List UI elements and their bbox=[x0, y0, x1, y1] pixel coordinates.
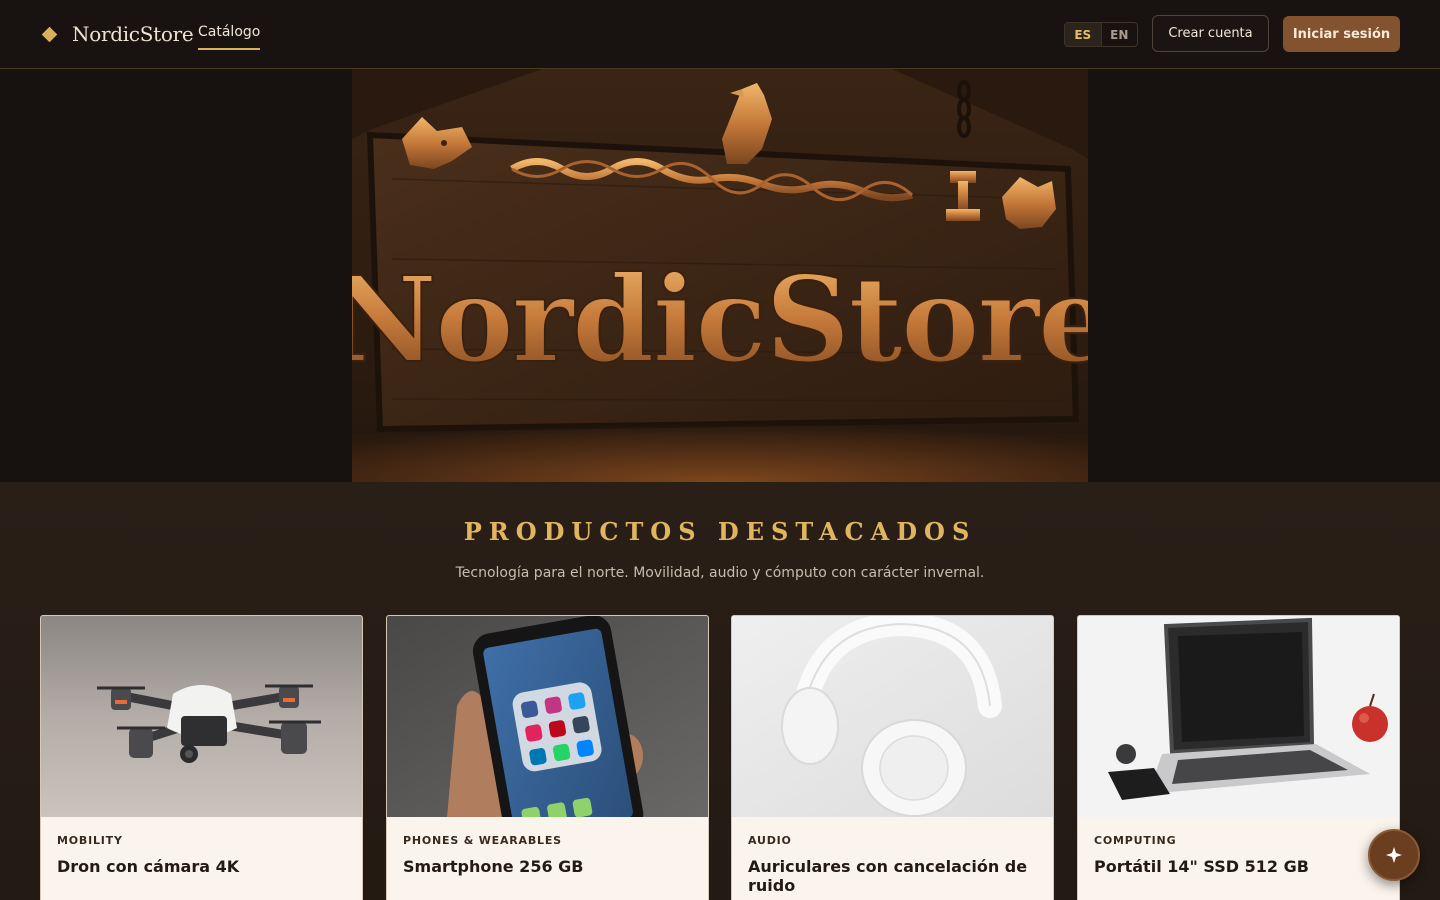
create-account-button[interactable]: Crear cuenta bbox=[1152, 15, 1269, 52]
featured-title: PRODUCTOS DESTACADOS bbox=[463, 517, 977, 546]
sign-title: NordicStore bbox=[352, 250, 1088, 389]
brand-logo[interactable]: NordicStore bbox=[40, 18, 194, 50]
product-card[interactable]: COMPUTING Portátil 14" SSD 512 GB bbox=[1077, 615, 1400, 900]
product-card-body: AUDIO Auriculares con cancelación de rui… bbox=[732, 817, 1053, 900]
product-category: COMPUTING bbox=[1094, 834, 1177, 847]
featured-subtitle: Tecnología para el norte. Movilidad, aud… bbox=[455, 565, 985, 581]
product-name: Portátil 14" SSD 512 GB bbox=[1094, 857, 1309, 876]
sign-in-button[interactable]: Iniciar sesión bbox=[1283, 16, 1400, 52]
product-card[interactable]: MOBILITY Dron con cámara 4K bbox=[40, 615, 363, 900]
carved-wood-sign: NordicStore bbox=[352, 69, 1088, 482]
headphones-image bbox=[732, 616, 1053, 817]
product-card-body: MOBILITY Dron con cámara 4K bbox=[41, 817, 362, 900]
brand-name: NordicStore bbox=[72, 22, 194, 46]
product-name: Dron con cámara 4K bbox=[57, 857, 240, 876]
product-category: AUDIO bbox=[748, 834, 792, 847]
drone-image bbox=[41, 616, 362, 817]
product-card[interactable]: AUDIO Auriculares con cancelación de rui… bbox=[731, 615, 1054, 900]
language-es-button[interactable]: ES bbox=[1065, 23, 1102, 46]
site-header: NordicStore Catálogo ES EN Crear cuenta … bbox=[0, 0, 1440, 69]
hero-banner-image: NordicStore bbox=[352, 69, 1088, 482]
diamond-logo-icon bbox=[41, 26, 58, 42]
language-switcher: ES EN bbox=[1064, 22, 1138, 47]
sparkle-icon bbox=[1386, 847, 1402, 863]
smartphone-image bbox=[387, 616, 708, 817]
laptop-image bbox=[1078, 616, 1399, 817]
product-category: MOBILITY bbox=[57, 834, 123, 847]
nav-link-catalog[interactable]: Catálogo bbox=[198, 24, 261, 50]
product-category: PHONES & WEARABLES bbox=[403, 834, 562, 847]
assistant-button[interactable] bbox=[1368, 829, 1420, 881]
product-card[interactable]: PHONES & WEARABLES Smartphone 256 GB bbox=[386, 615, 709, 900]
product-card-body: COMPUTING Portátil 14" SSD 512 GB bbox=[1078, 817, 1399, 900]
product-name: Auriculares con cancelación de ruido bbox=[748, 857, 1028, 895]
product-card-body: PHONES & WEARABLES Smartphone 256 GB bbox=[387, 817, 708, 900]
language-en-button[interactable]: EN bbox=[1102, 23, 1138, 46]
product-name: Smartphone 256 GB bbox=[403, 857, 584, 876]
